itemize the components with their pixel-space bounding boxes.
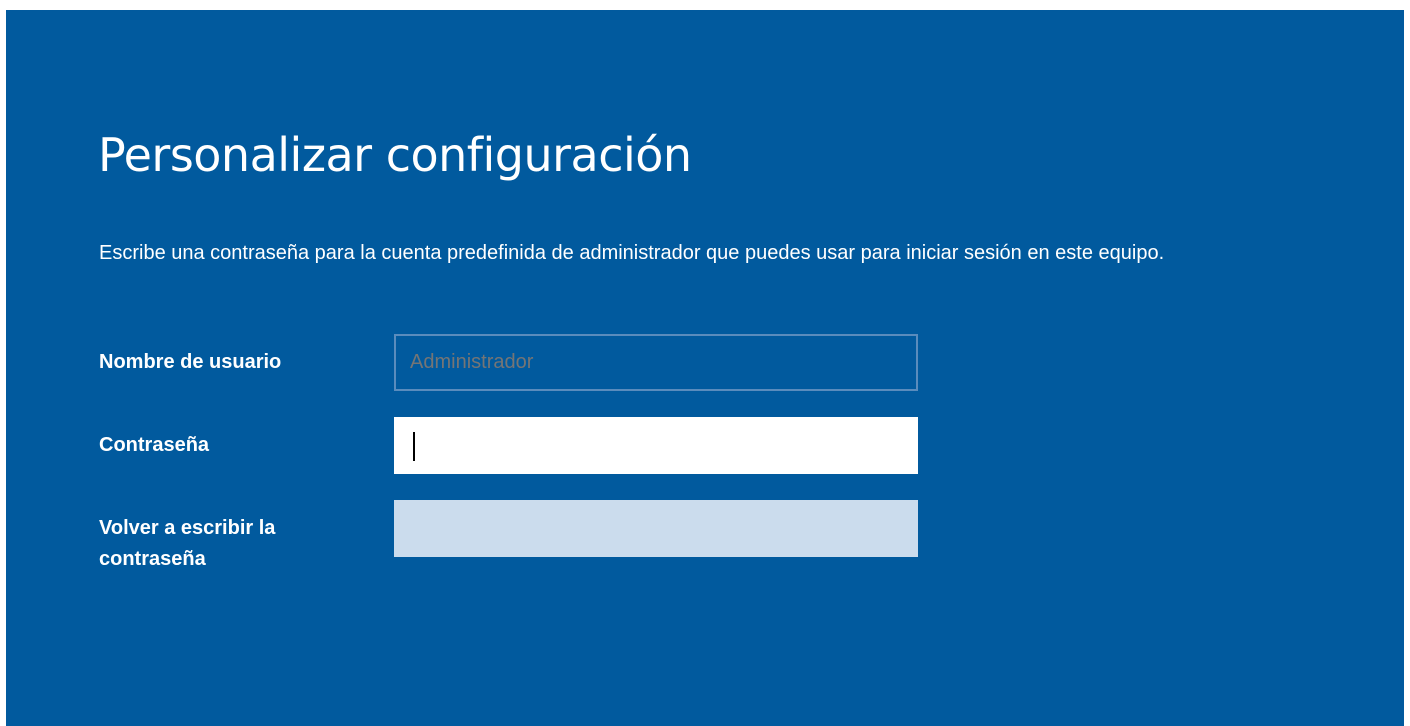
username-label: Nombre de usuario bbox=[99, 351, 282, 373]
text-caret bbox=[413, 432, 415, 461]
username-field bbox=[394, 334, 918, 391]
page-title: Personalizar configuración bbox=[98, 128, 692, 182]
password-label: Contraseña bbox=[99, 434, 210, 456]
confirm-password-label: Volver a escribir la contraseña bbox=[99, 517, 276, 570]
password-field[interactable] bbox=[394, 417, 918, 474]
page-description: Escribe una contraseña para la cuenta pr… bbox=[99, 242, 1165, 264]
oobe-screen: Personalizar configuración Escribe una c… bbox=[6, 10, 1404, 726]
confirm-password-field[interactable] bbox=[394, 500, 918, 557]
